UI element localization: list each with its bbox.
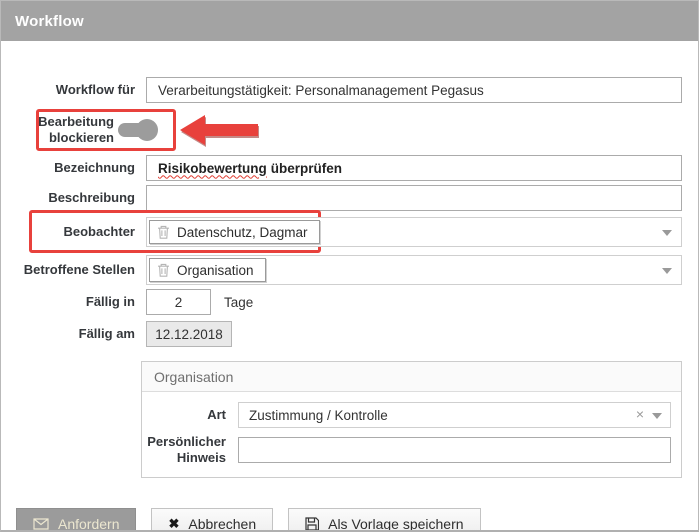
dialog-header: Workflow (1, 1, 698, 41)
annotation-arrow-left-icon (180, 115, 260, 145)
beschreibung-label: Beschreibung (1, 191, 146, 206)
art-select[interactable]: Zustimmung / Kontrolle × (238, 402, 671, 428)
betroffene-stellen-tag[interactable]: Organisation (149, 258, 266, 282)
row-faellig-in: Fällig in Tage (1, 289, 682, 315)
bezeichnung-value-word1: Risikobewertung (158, 161, 267, 176)
beobachter-tag-label: Datenschutz, Dagmar (177, 225, 308, 240)
row-beschreibung: Beschreibung (1, 185, 682, 211)
bezeichnung-label: Bezeichnung (1, 161, 146, 176)
hinweis-input[interactable] (238, 437, 671, 463)
row-hinweis: Persönlicher Hinweis (142, 434, 671, 465)
organisation-panel-header: Organisation (142, 362, 681, 392)
dialog-title: Workflow (15, 13, 84, 30)
beobachter-select[interactable]: Datenschutz, Dagmar (146, 217, 682, 247)
chevron-down-icon[interactable] (652, 413, 662, 419)
row-faellig-am: Fällig am 12.12.2018 (1, 321, 682, 347)
faellig-in-unit: Tage (224, 295, 253, 310)
betroffene-stellen-label: Betroffene Stellen (1, 263, 146, 278)
workflow-for-label: Workflow für (1, 83, 146, 98)
bezeichnung-field[interactable]: Risikobewertung überprüfen (146, 155, 682, 181)
row-beobachter: Beobachter Datenschutz, Dagmar (1, 217, 682, 247)
row-bezeichnung: Bezeichnung Risikobewertung überprüfen (1, 155, 682, 181)
faellig-am-field: 12.12.2018 (146, 321, 232, 347)
dialog-content: Workflow für Verarbeitungstätigkeit: Per… (1, 41, 698, 532)
organisation-panel: Organisation Art Zustimmung / Kontrolle … (141, 361, 682, 478)
workflow-for-field: Verarbeitungstätigkeit: Personalmanageme… (146, 77, 682, 103)
betroffene-stellen-select[interactable]: Organisation (146, 255, 682, 285)
chevron-down-icon[interactable] (662, 230, 672, 236)
workflow-dialog: Workflow Workflow für Verarbeitungstätig… (0, 0, 699, 532)
faellig-in-input[interactable] (146, 289, 211, 315)
clear-x-icon[interactable]: × (636, 407, 644, 421)
art-label: Art (142, 407, 238, 423)
row-workflow-for: Workflow für Verarbeitungstätigkeit: Per… (1, 77, 682, 103)
block-editing-toggle[interactable] (118, 119, 158, 141)
bezeichnung-value-word2: überprüfen (271, 161, 342, 176)
betroffene-stellen-tag-label: Organisation (177, 263, 254, 278)
chevron-down-icon[interactable] (662, 268, 672, 274)
abbrechen-button[interactable]: ✖ Abbrechen (151, 508, 273, 532)
button-bar: Anfordern ✖ Abbrechen Als Vorlage speich… (16, 508, 698, 532)
faellig-in-label: Fällig in (1, 295, 146, 310)
trash-icon[interactable] (157, 225, 170, 239)
block-editing-label: Bearbeitung blockieren (1, 114, 114, 147)
als-vorlage-speichern-button[interactable]: Als Vorlage speichern (288, 508, 480, 532)
toggle-knob (136, 119, 158, 141)
art-value: Zustimmung / Kontrolle (249, 408, 388, 423)
x-icon: ✖ (168, 516, 179, 532)
organisation-panel-title: Organisation (154, 369, 233, 385)
row-art: Art Zustimmung / Kontrolle × (142, 402, 671, 428)
anfordern-button[interactable]: Anfordern (16, 508, 136, 532)
row-block-editing: Bearbeitung blockieren (1, 107, 698, 153)
organisation-panel-body: Art Zustimmung / Kontrolle × Persönliche… (142, 392, 681, 477)
beobachter-tag[interactable]: Datenschutz, Dagmar (149, 220, 320, 244)
save-icon (305, 517, 319, 531)
envelope-icon (33, 518, 49, 530)
faellig-am-label: Fällig am (1, 327, 146, 342)
trash-icon[interactable] (157, 263, 170, 277)
beschreibung-input[interactable] (146, 185, 682, 211)
beobachter-label: Beobachter (1, 225, 146, 240)
row-betroffene-stellen: Betroffene Stellen Organisation (1, 255, 682, 285)
hinweis-label: Persönlicher Hinweis (142, 434, 238, 465)
